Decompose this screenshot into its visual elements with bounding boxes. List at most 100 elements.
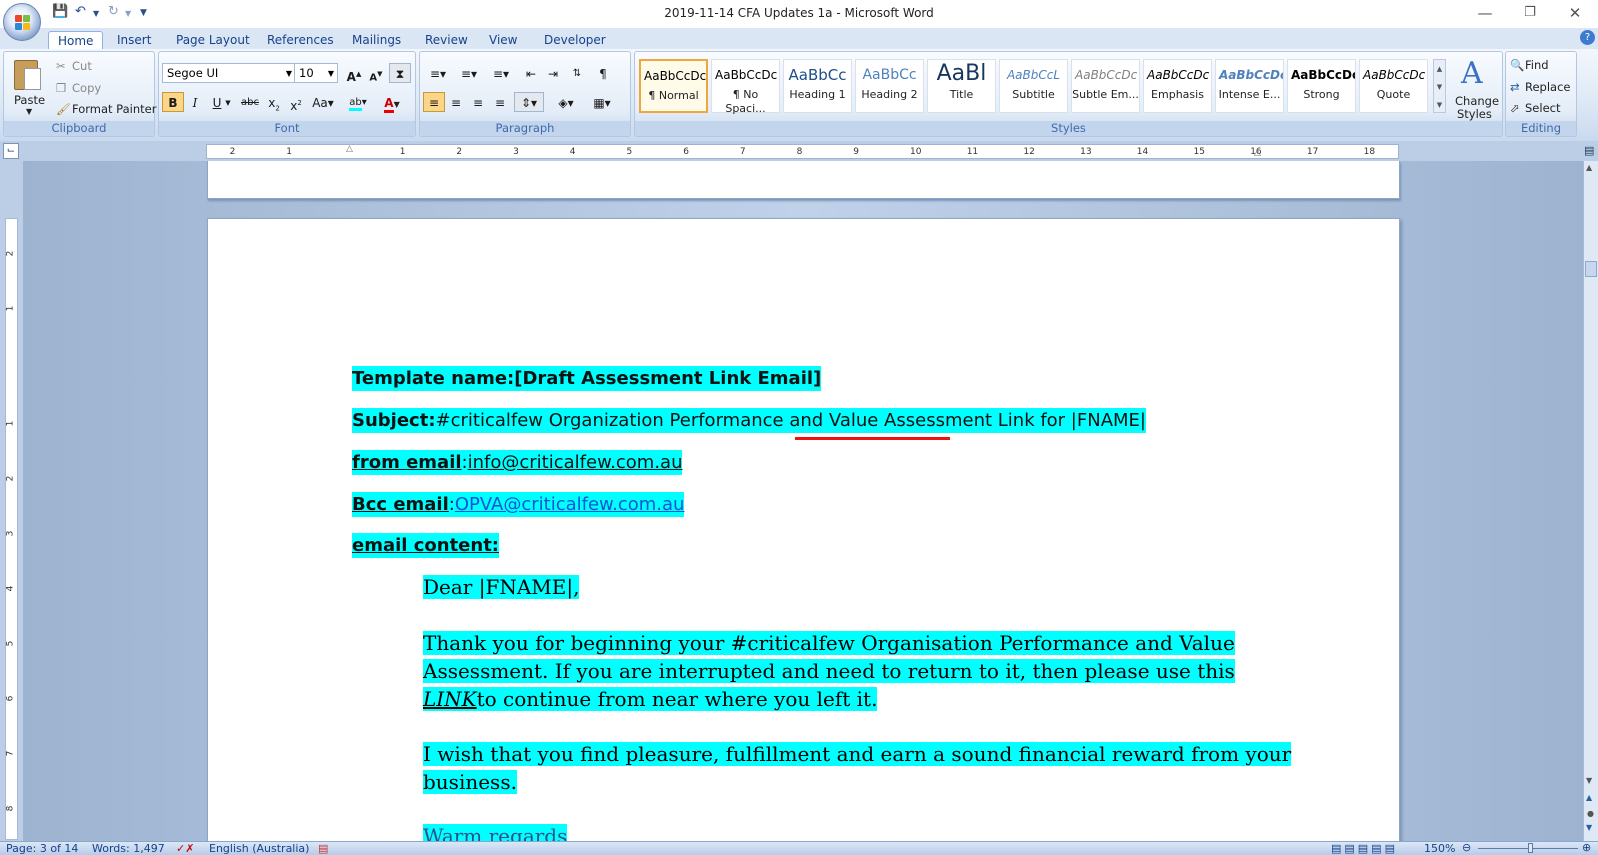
word-count[interactable]: Words: 1,497 <box>92 842 165 855</box>
underline-dropdown-icon[interactable]: ▼ <box>223 92 233 112</box>
zoom-out-icon[interactable]: ⊖ <box>1462 841 1471 854</box>
numbering-icon[interactable]: ≡▾ <box>455 63 483 83</box>
right-indent-marker-icon[interactable]: △ <box>1254 148 1261 158</box>
style-subtle-emphasis[interactable]: AaBbCcDc Subtle Em... <box>1071 59 1140 113</box>
multilevel-list-icon[interactable]: ≡▾ <box>486 63 516 83</box>
customize-qat-icon[interactable]: ▼ <box>140 8 147 18</box>
style-heading-1[interactable]: AaBbCc Heading 1 <box>783 59 852 113</box>
tab-home[interactable]: Home <box>48 31 104 49</box>
borders-icon[interactable]: ▦▾ <box>586 92 618 112</box>
para1-link[interactable]: LINK <box>423 687 477 711</box>
change-case-icon[interactable]: Aa▾ <box>309 92 337 112</box>
paste-button[interactable]: Paste <box>14 93 45 107</box>
shrink-font-icon[interactable]: A▼ <box>365 63 387 83</box>
style-title[interactable]: AaBl Title <box>927 59 996 113</box>
zoom-thumb[interactable] <box>1528 843 1533 853</box>
align-center-icon[interactable]: ≡ <box>445 92 467 112</box>
scroll-up-icon[interactable]: ▲ <box>1586 163 1592 172</box>
redo-dropdown-icon[interactable]: ▼ <box>125 9 131 18</box>
horizontal-ruler[interactable]: 2 1 1 2 3 4 5 6 7 8 9 10 11 12 13 14 15 16 17 18 △ △ <box>206 144 1399 159</box>
superscript-icon[interactable]: x2 <box>285 92 307 113</box>
tab-developer[interactable]: Developer <box>535 31 615 49</box>
previous-page-icon[interactable]: ▲ <box>1586 793 1592 802</box>
left-indent-marker-icon[interactable]: △ <box>346 144 353 154</box>
sort-icon[interactable]: ⇅ <box>566 63 588 83</box>
page-count[interactable]: Page: 3 of 14 <box>6 842 78 855</box>
help-icon[interactable]: ? <box>1580 30 1595 45</box>
font-family-select[interactable]: Segoe UI ▼ <box>162 63 296 83</box>
justify-icon[interactable]: ≡ <box>489 92 511 112</box>
change-styles-line1[interactable]: Change <box>1455 94 1499 108</box>
language[interactable]: English (Australia) <box>209 842 309 855</box>
next-page-icon[interactable]: ▼ <box>1586 823 1592 832</box>
subscript-icon[interactable]: x2 <box>263 92 285 112</box>
highlight-color-icon[interactable]: ab▾ <box>343 92 373 112</box>
style-strong[interactable]: AaBbCcDc Strong <box>1287 59 1356 113</box>
decrease-indent-icon[interactable]: ⇤ <box>520 63 542 83</box>
save-icon[interactable]: 💾 <box>52 4 68 19</box>
style-intense-emphasis[interactable]: AaBbCcDc Intense E... <box>1215 59 1284 113</box>
tab-insert[interactable]: Insert <box>108 31 160 49</box>
tab-review[interactable]: Review <box>416 31 477 49</box>
select-browse-object-icon[interactable]: ● <box>1587 809 1594 818</box>
line-spacing-icon[interactable]: ⇕▾ <box>514 92 544 112</box>
tab-page-layout[interactable]: Page Layout <box>167 31 259 49</box>
strikethrough-icon[interactable]: abc <box>239 92 261 112</box>
format-painter-button[interactable]: Format Painter <box>72 102 156 116</box>
ruler-number: 7 <box>739 147 746 157</box>
paste-icon[interactable] <box>12 56 44 92</box>
vertical-ruler[interactable]: 2 1 1 2 3 4 5 6 7 8 <box>5 218 18 840</box>
cut-button[interactable]: Cut <box>72 59 92 73</box>
editing-label: Editing <box>1506 121 1576 136</box>
tab-selector-icon[interactable]: ⌙ <box>3 143 19 159</box>
from-email-value[interactable]: info@criticalfew.com.au <box>468 452 683 473</box>
editing-group: 🔍 Find ⇄ Replace ⬀ Select Editing <box>1505 51 1577 137</box>
copy-button[interactable]: Copy <box>72 81 101 95</box>
change-styles-line2[interactable]: Styles <box>1457 107 1492 121</box>
bullets-icon[interactable]: ≡▾ <box>424 63 452 83</box>
tab-references[interactable]: References <box>258 31 343 49</box>
select-button[interactable]: Select <box>1525 101 1560 115</box>
bold-icon[interactable]: B <box>162 92 184 112</box>
grow-font-icon[interactable]: A▲ <box>343 63 365 84</box>
shading-icon[interactable]: ◈▾ <box>550 92 582 112</box>
style-heading-2[interactable]: AaBbCc Heading 2 <box>855 59 924 113</box>
show-formatting-marks-icon[interactable]: ¶ <box>592 63 614 83</box>
view-buttons-icon[interactable]: ▤▤▤▤▤ <box>1331 842 1398 855</box>
align-right-icon[interactable]: ≡ <box>467 92 489 112</box>
undo-dropdown-icon[interactable]: ▼ <box>93 9 99 18</box>
zoom-in-icon[interactable]: ⊕ <box>1582 841 1591 854</box>
tab-view[interactable]: View <box>480 31 526 49</box>
scroll-down-icon[interactable]: ▼ <box>1586 776 1592 785</box>
office-button[interactable] <box>3 3 41 41</box>
redo-icon[interactable]: ↻ <box>108 4 119 19</box>
style-normal[interactable]: AaBbCcDc ¶ Normal <box>639 59 708 113</box>
zoom-level[interactable]: 150% <box>1424 842 1455 855</box>
close-button[interactable]: ✕ <box>1555 2 1595 24</box>
clear-formatting-icon[interactable]: ⧗ <box>389 63 411 83</box>
bcc-email-link[interactable]: OPVA@criticalfew.com.au <box>455 494 685 515</box>
vertical-scrollbar[interactable]: ▲ ▼ ▲ ● ▼ <box>1583 161 1598 841</box>
restore-button[interactable]: ❐ <box>1510 2 1550 24</box>
scroll-thumb[interactable] <box>1585 261 1597 277</box>
undo-icon[interactable]: ↶ <box>75 4 86 19</box>
replace-button[interactable]: Replace <box>1525 80 1571 94</box>
italic-icon[interactable]: I <box>184 92 206 112</box>
style-subtitle[interactable]: AaBbCcL Subtitle <box>999 59 1068 113</box>
ruler-number: 6 <box>683 147 689 157</box>
minimize-button[interactable]: — <box>1465 2 1505 24</box>
font-size-select[interactable]: 10 ▼ <box>294 63 338 83</box>
macro-recording-icon[interactable]: ▤ <box>318 842 328 855</box>
tab-mailings[interactable]: Mailings <box>343 31 410 49</box>
style-quote[interactable]: AaBbCcDc Quote <box>1359 59 1428 113</box>
font-color-icon[interactable]: A▼ <box>377 92 407 113</box>
view-ruler-icon[interactable]: ▤ <box>1584 144 1594 157</box>
styles-scroll[interactable]: ▲ ▼ ▼ <box>1433 59 1446 113</box>
paste-dropdown-icon[interactable]: ▼ <box>26 107 32 116</box>
style-no-spacing[interactable]: AaBbCcDc ¶ No Spaci... <box>711 59 780 115</box>
increase-indent-icon[interactable]: ⇥ <box>542 63 564 83</box>
style-emphasis[interactable]: AaBbCcDc Emphasis <box>1143 59 1212 113</box>
find-button[interactable]: Find <box>1525 58 1549 72</box>
proofing-icon[interactable]: ✓✗ <box>176 842 194 855</box>
align-left-icon[interactable]: ≡ <box>423 92 445 112</box>
